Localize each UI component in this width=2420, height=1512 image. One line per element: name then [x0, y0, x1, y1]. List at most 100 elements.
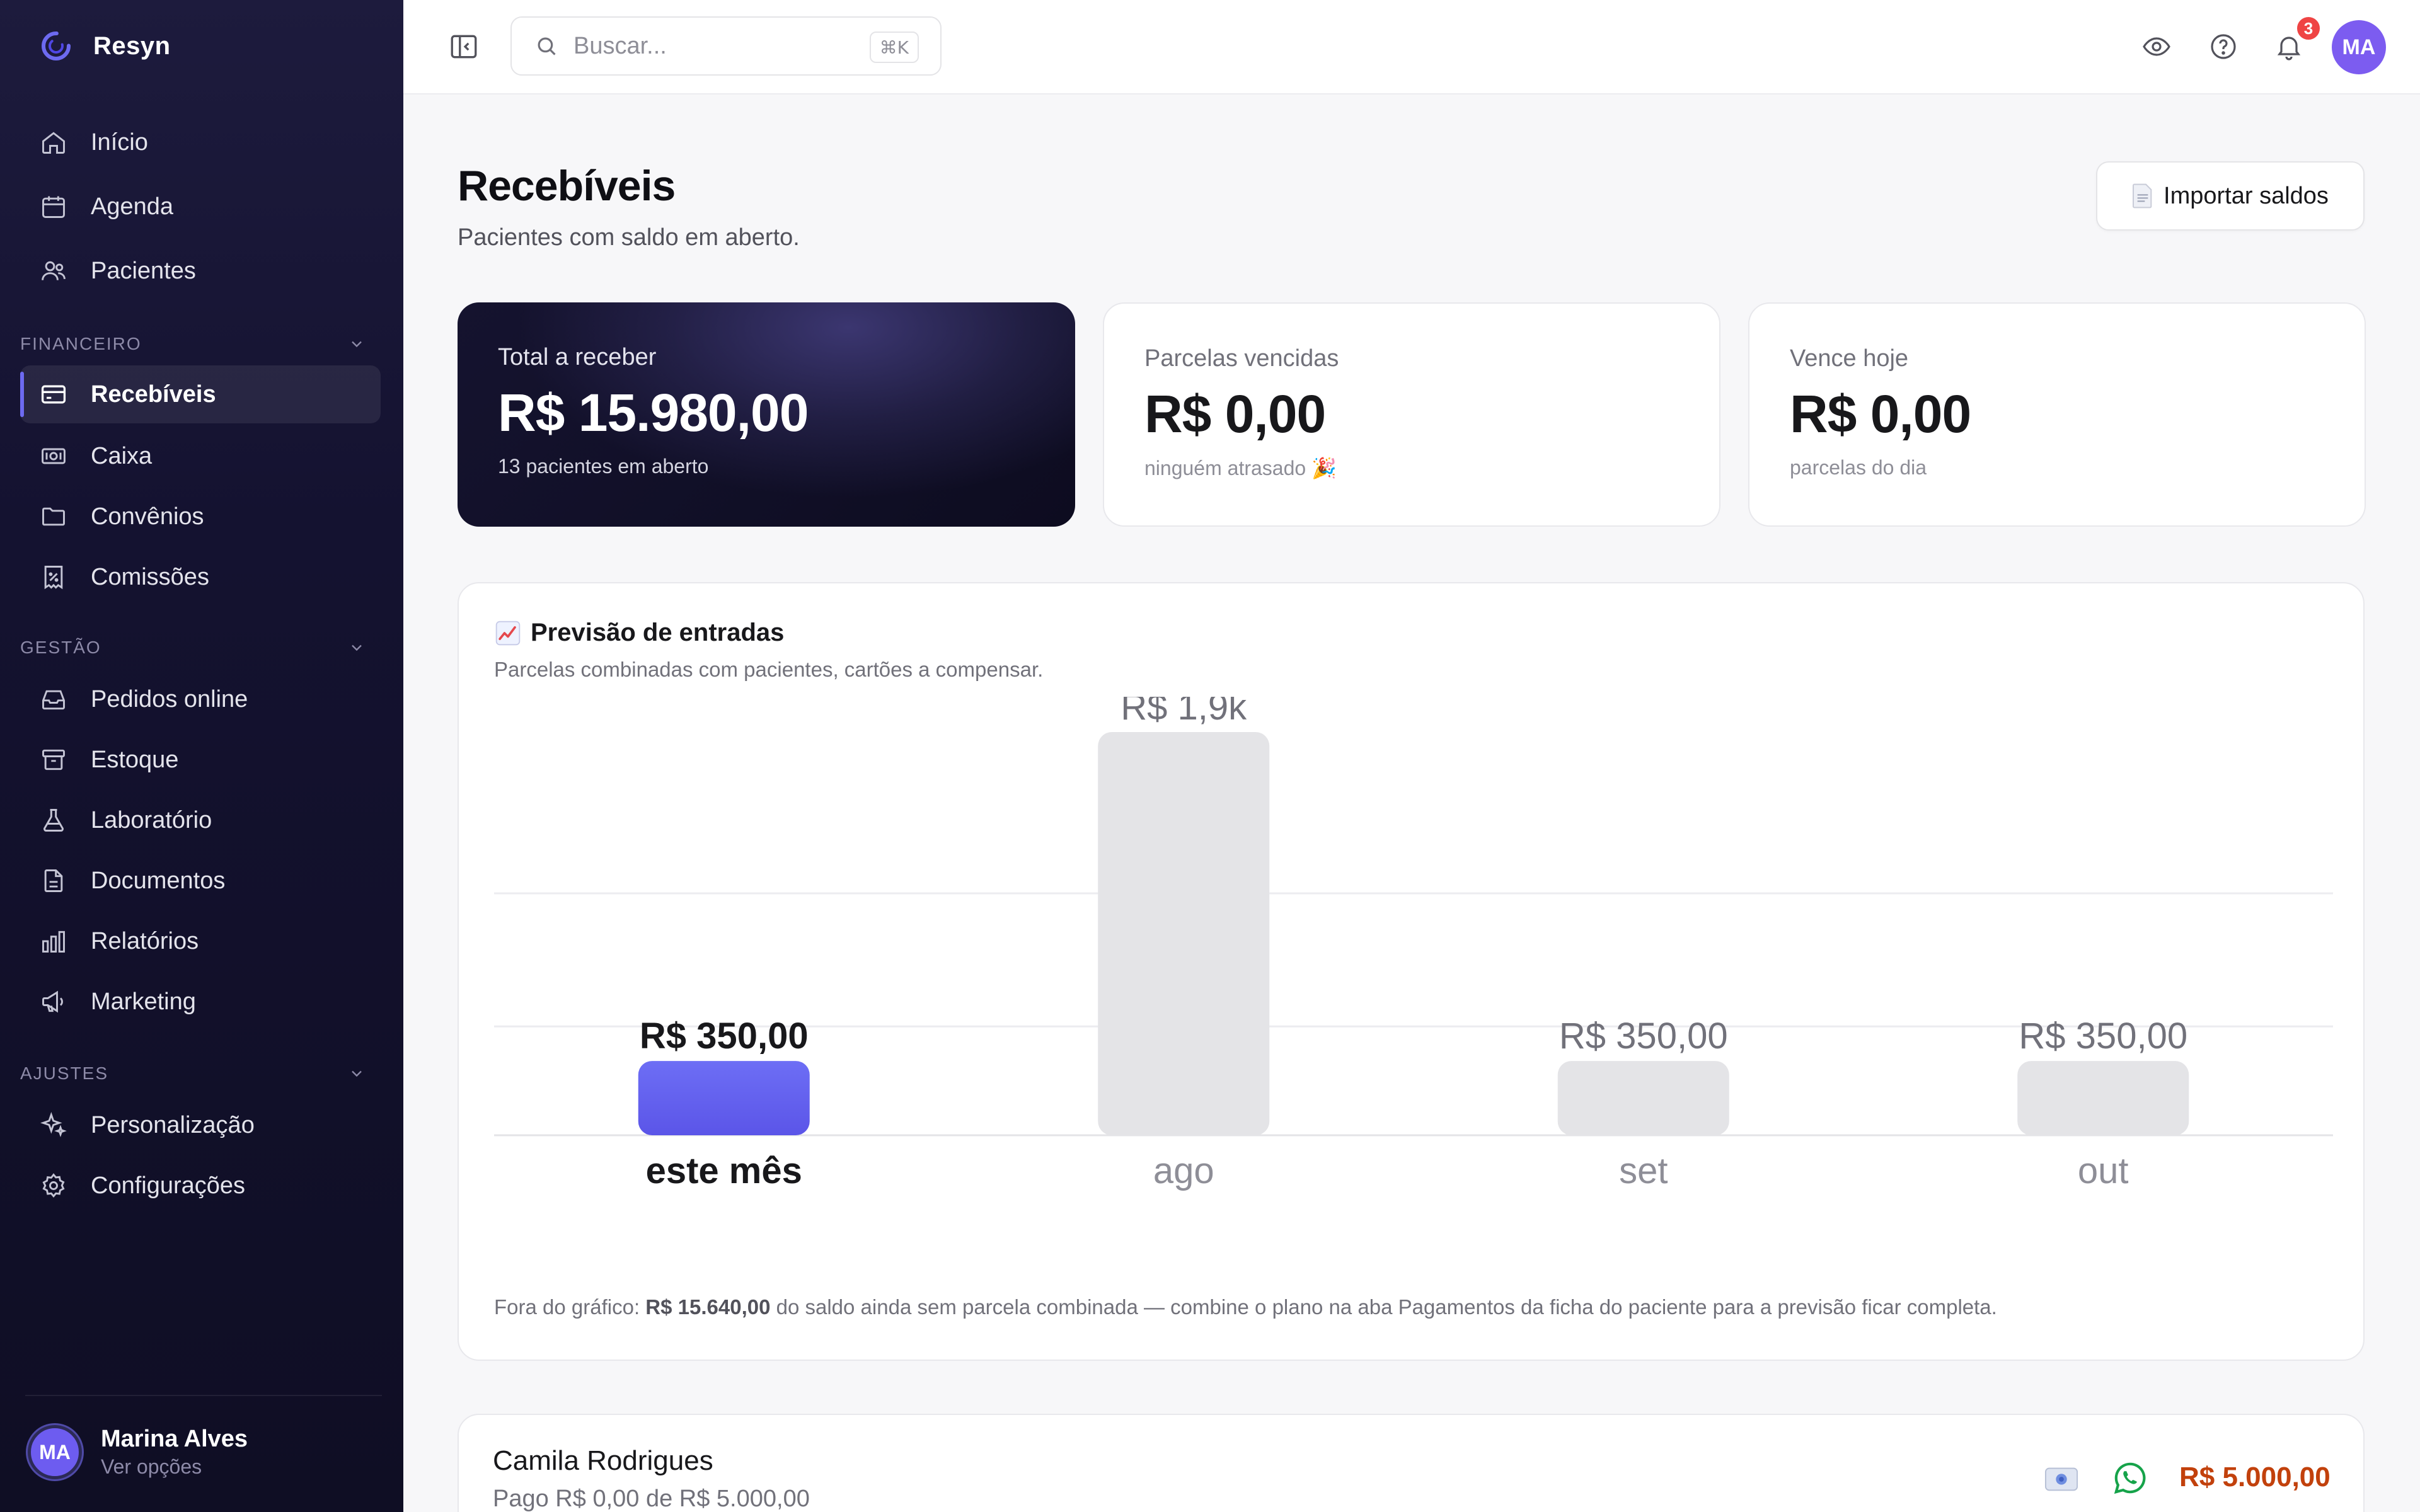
stat-footnote: parcelas do dia [1790, 456, 1927, 479]
nav-item-comissoes[interactable]: Comissões [20, 548, 381, 606]
resyn-logo-icon [42, 32, 71, 60]
section-ajustes-header[interactable]: AJUSTES [20, 1061, 366, 1086]
forecast-card: Previsão de entradas Parcelas combinadas… [458, 582, 2365, 1361]
nav-item-configuracoes[interactable]: Configurações [20, 1157, 381, 1215]
nav-label: Agenda [91, 193, 174, 220]
patient-row[interactable]: Camila Rodrigues Pago R$ 0,00 de R$ 5.00… [458, 1414, 2365, 1512]
section-financeiro-header[interactable]: FINANCEIRO [20, 331, 366, 357]
forecast-footnote: Fora do gráfico: R$ 15.640,00 do saldo a… [494, 1295, 1997, 1319]
credit-card-icon [39, 380, 68, 409]
nav-item-convenios[interactable]: Convênios [20, 488, 381, 546]
payment-card-icon [2044, 1467, 2078, 1491]
nav-label: Documentos [91, 867, 226, 894]
nav-item-recebiveis[interactable]: Recebíveis [20, 365, 381, 423]
footnote-suffix: do saldo ainda sem parcela combinada — c… [770, 1295, 1997, 1319]
nav-label: Comissões [91, 563, 209, 590]
forecast-title: Previsão de entradas [531, 619, 785, 646]
stat-card-due-today: Vence hoje R$ 0,00 parcelas do dia [1748, 302, 2366, 527]
stat-card-total: Total a receber R$ 15.980,00 13 paciente… [458, 302, 1075, 527]
nav-item-personalizacao[interactable]: Personalização [20, 1096, 381, 1154]
section-gestao-header[interactable]: GESTÃO [20, 635, 366, 660]
page-title: Recebíveis [458, 162, 676, 210]
bar-value-label: R$ 1,9k [1121, 697, 1247, 728]
nav-item-agenda[interactable]: Agenda [20, 178, 381, 236]
footnote-amount: R$ 15.640,00 [645, 1295, 771, 1319]
x-tick-label: este mês [646, 1150, 802, 1191]
chart-bar [638, 1061, 810, 1135]
nav-item-documentos[interactable]: Documentos [20, 852, 381, 910]
gear-icon [39, 1171, 68, 1200]
patient-name: Camila Rodrigues [493, 1445, 713, 1476]
search-input[interactable] [573, 32, 838, 60]
stat-label: Parcelas vencidas [1144, 345, 1339, 372]
avatar: MA [28, 1425, 82, 1479]
nav-label: Convênios [91, 503, 204, 530]
chart-bar [2017, 1061, 2189, 1135]
help-button[interactable] [2204, 28, 2242, 66]
stat-value: R$ 0,00 [1790, 384, 1971, 444]
avatar[interactable]: MA [2332, 20, 2386, 74]
forecast-title-row: Previsão de entradas [494, 619, 784, 647]
chevron-down-icon [352, 1070, 362, 1077]
nav-label: Marketing [91, 988, 196, 1015]
archive-box-icon [39, 745, 68, 774]
search-box[interactable]: ⌘K [510, 16, 942, 76]
user-name: Marina Alves [101, 1426, 248, 1452]
nav-item-caixa[interactable]: Caixa [20, 427, 381, 485]
import-button-label: Importar saldos [2164, 182, 2329, 209]
chart-bar [1098, 732, 1270, 1135]
receipt-percent-icon [39, 563, 68, 592]
sparkles-icon [39, 1111, 68, 1140]
nav-label: Pedidos online [91, 685, 248, 713]
section-title: AJUSTES [20, 1063, 109, 1083]
x-tick-label: ago [1153, 1150, 1214, 1191]
section-title: GESTÃO [20, 638, 101, 657]
nav-item-estoque[interactable]: Estoque [20, 731, 381, 789]
home-icon [39, 128, 68, 157]
stat-label: Vence hoje [1790, 345, 1909, 372]
chevron-down-icon [352, 341, 362, 348]
chart-increasing-icon [495, 621, 521, 645]
forecast-subtitle: Parcelas combinadas com pacientes, cartõ… [494, 658, 1044, 681]
inbox-icon [39, 685, 68, 714]
document-icon [2133, 183, 2152, 209]
nav-item-pedidos-online[interactable]: Pedidos online [20, 670, 381, 728]
sidebar-collapse-icon [451, 35, 477, 59]
sidebar-toggle-button[interactable] [445, 28, 483, 66]
flask-icon [39, 806, 68, 835]
nav-item-inicio[interactable]: Início [20, 113, 381, 171]
sidebar: Resyn Início Agenda Pacientes FINANCEIRO… [0, 0, 403, 1512]
megaphone-icon [39, 987, 68, 1016]
notification-badge: 3 [2295, 15, 2322, 42]
chart-bar [1557, 1061, 1729, 1135]
search-icon [538, 37, 556, 55]
user-text: Marina Alves Ver opções [101, 1426, 248, 1479]
topbar: ⌘K 3 MA [403, 0, 2420, 94]
user-menu[interactable]: MA Marina Alves Ver opções [28, 1425, 248, 1479]
whatsapp-icon[interactable] [2112, 1460, 2148, 1496]
stat-footnote: ninguém atrasado 🎉 [1144, 457, 1337, 479]
nav-label: Estoque [91, 746, 179, 773]
chevron-down-icon [352, 644, 362, 651]
visibility-toggle-button[interactable] [2138, 28, 2175, 66]
import-balances-button[interactable]: Importar saldos [2096, 161, 2365, 231]
nav-label: Pacientes [91, 257, 196, 284]
nav-label: Caixa [91, 442, 153, 469]
nav-item-relatorios[interactable]: Relatórios [20, 912, 381, 970]
bar-value-label: R$ 350,00 [640, 1016, 809, 1057]
brand[interactable]: Resyn [39, 29, 171, 63]
nav-item-pacientes[interactable]: Pacientes [20, 242, 381, 300]
brand-name: Resyn [93, 32, 171, 60]
notifications-button[interactable]: 3 [2270, 15, 2322, 66]
x-tick-label: out [2078, 1150, 2129, 1191]
nav-label: Laboratório [91, 806, 212, 833]
eye-icon [2143, 37, 2170, 56]
help-circle-icon [2211, 34, 2236, 59]
nav-item-marketing[interactable]: Marketing [20, 973, 381, 1031]
bar-value-label: R$ 350,00 [2019, 1016, 2187, 1057]
stat-value: R$ 15.980,00 [498, 383, 809, 442]
document-icon [39, 866, 68, 895]
nav-item-laboratorio[interactable]: Laboratório [20, 791, 381, 849]
stat-card-overdue: Parcelas vencidas R$ 0,00 ninguém atrasa… [1103, 302, 1720, 527]
stat-value: R$ 0,00 [1144, 384, 1326, 444]
